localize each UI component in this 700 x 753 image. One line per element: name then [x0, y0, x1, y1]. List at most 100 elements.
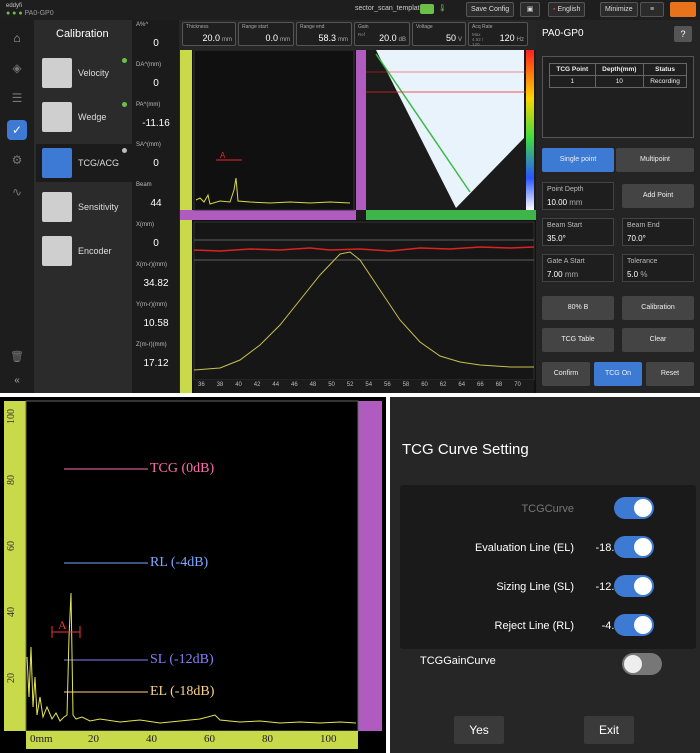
gain-curve-label: TCGGainCurve [420, 655, 496, 667]
tcg-zoom-ascan[interactable]: A TCG (0dB) RL (-4dB) SL (-12dB) EL (-18… [0, 397, 386, 753]
list-icon[interactable]: ☰ [7, 88, 27, 108]
readout-value: 0 [153, 78, 159, 89]
save-config-button[interactable]: Save Config [466, 2, 515, 17]
cal-item-tcg[interactable]: TCG/ACG [36, 144, 132, 182]
toolbar-param[interactable]: Range start 0.0 mm [238, 22, 294, 46]
scale-tick: 44 [272, 382, 280, 388]
cal-item-wedge[interactable]: Wedge [40, 100, 132, 134]
el-line-label: EL (-18dB) [150, 684, 215, 699]
language-button[interactable]: ▪ English [548, 2, 586, 17]
scale-tick: 40 [235, 382, 242, 388]
tcg-point-table: TCG Point Depth(mm) Status 1 10 Recording [542, 56, 694, 138]
param-number: 20.0 [379, 33, 397, 43]
scale-tick: 70 [514, 382, 521, 388]
cal-item-label: TCG/ACG [78, 158, 120, 168]
param-sub: Ref [358, 32, 366, 37]
param-number: 120 [499, 33, 515, 43]
cal-item-encoder[interactable]: Encoder [40, 234, 132, 268]
layers-icon[interactable]: ◈ [7, 58, 27, 78]
calibration-icon[interactable]: ✓ [7, 120, 27, 140]
left-nav: ⌂ ◈ ☰ ✓ ⚙ ∿ 🗑 « [0, 20, 34, 393]
param-unit: dB [398, 37, 406, 43]
scale-tick: 54 [365, 382, 373, 388]
toolbar-param[interactable]: Voltage 50 V [412, 22, 466, 46]
help-button[interactable]: ? [674, 26, 692, 42]
param-label: Thickness [186, 24, 209, 30]
add-point-button[interactable]: Add Point [622, 184, 694, 208]
toolbar-param[interactable]: Thickness 20.0 mm [182, 22, 236, 46]
brand-channel: PA0-GP0 [24, 10, 54, 17]
param-label: Acq Rate [472, 24, 493, 30]
field-label: Point Depth [547, 186, 584, 193]
trash-icon[interactable]: 🗑 [7, 346, 27, 366]
tcg-table-button[interactable]: TCG Table [542, 328, 614, 352]
a-scan-view[interactable]: A [180, 50, 356, 220]
cal-item-velocity[interactable]: Velocity [40, 56, 132, 90]
gate-start-field[interactable]: Gate A Start 7.00 mm [542, 254, 614, 282]
single-point-tab[interactable]: Single point [542, 148, 614, 172]
panel-title: PA0-GP0 [542, 28, 584, 39]
beam-start-field[interactable]: Beam Start 35.0° [542, 218, 614, 246]
toolbar-param[interactable]: Range end 58.3 mm [296, 22, 352, 46]
gear-icon[interactable]: ⚙ [7, 150, 27, 170]
scale-tick: 42 [253, 382, 261, 388]
param-unit: Hz [516, 37, 524, 43]
cal-item-label: Encoder [78, 246, 112, 256]
line-toggle[interactable] [614, 497, 654, 519]
readout-value: 0 [153, 158, 159, 169]
field-unit: mm [569, 198, 583, 207]
calibration-button[interactable]: Calibration [622, 296, 694, 320]
multipoint-tab[interactable]: Multipoint [616, 148, 694, 172]
power-button[interactable] [670, 2, 696, 17]
x-tick: 60 [204, 733, 215, 745]
field-value: 7.00 [547, 270, 563, 279]
line-toggle[interactable] [614, 536, 654, 558]
line-setting-row: TCGCurve [402, 495, 694, 523]
eighty-percent-button[interactable]: 80% B [542, 296, 614, 320]
a-scan-plot: A [180, 50, 356, 220]
field-label: Tolerance [627, 258, 658, 265]
scale-tick: 68 [495, 382, 503, 388]
x-tick: 100 [320, 733, 337, 745]
beam-end-field[interactable]: Beam End 70.0° [622, 218, 694, 246]
tcg-beam-plot[interactable]: 36 38 40 42 44 46 48 50 52 54 56 58 60 62 64 66 68 70 [180, 220, 536, 393]
line-toggle[interactable] [614, 614, 654, 636]
readout-label: Beam [136, 182, 152, 188]
temperature-icon: 🌡 [438, 5, 447, 12]
param-unit: mm [280, 37, 290, 43]
reset-button[interactable]: Reset [646, 362, 694, 386]
done-indicator [122, 58, 127, 63]
tolerance-field[interactable]: Tolerance 5.0 % [622, 254, 694, 282]
toggle-knob [624, 655, 642, 673]
tcg-on-button[interactable]: TCG On [594, 362, 642, 386]
yes-button[interactable]: Yes [454, 716, 504, 744]
camera-icon[interactable]: ▣ [520, 2, 540, 17]
line-toggle[interactable] [614, 575, 654, 597]
cal-item-sensitivity[interactable]: Sensitivity [40, 190, 132, 224]
scale-tick: 46 [291, 382, 298, 388]
s-scan-view[interactable] [356, 50, 536, 220]
y-tick: 40 [6, 607, 17, 617]
readout-label: X(m-r)(mm) [136, 262, 167, 268]
readout-label: X(mm) [136, 222, 154, 228]
home-icon[interactable]: ⌂ [7, 28, 27, 48]
table-row[interactable]: 1 10 Recording [549, 75, 687, 88]
chart-icon[interactable]: ∿ [7, 182, 27, 202]
toolbar-param[interactable]: Gain 20.0 dB Ref [354, 22, 410, 46]
menu-icon[interactable]: ≡ [640, 2, 664, 17]
param-value: 58.3 mm [318, 33, 348, 43]
tcg-icon [42, 148, 72, 178]
point-depth-field[interactable]: Point Depth 10.00 mm [542, 182, 614, 210]
wedge-icon [42, 102, 72, 132]
clear-button[interactable]: Clear [622, 328, 694, 352]
field-value: 10.00 [547, 198, 568, 207]
minimize-button[interactable]: Minimize [600, 2, 638, 17]
gain-curve-toggle[interactable] [622, 653, 662, 675]
scale-tick: 62 [439, 382, 447, 388]
field-label: Gate A Start [547, 258, 585, 265]
toolbar-param[interactable]: Acq Rate 120 Hz Max 4.52 / 120 [468, 22, 528, 47]
sensitivity-icon [42, 192, 72, 222]
collapse-icon[interactable]: « [7, 370, 27, 390]
exit-button[interactable]: Exit [584, 716, 634, 744]
confirm-button[interactable]: Confirm [542, 362, 590, 386]
